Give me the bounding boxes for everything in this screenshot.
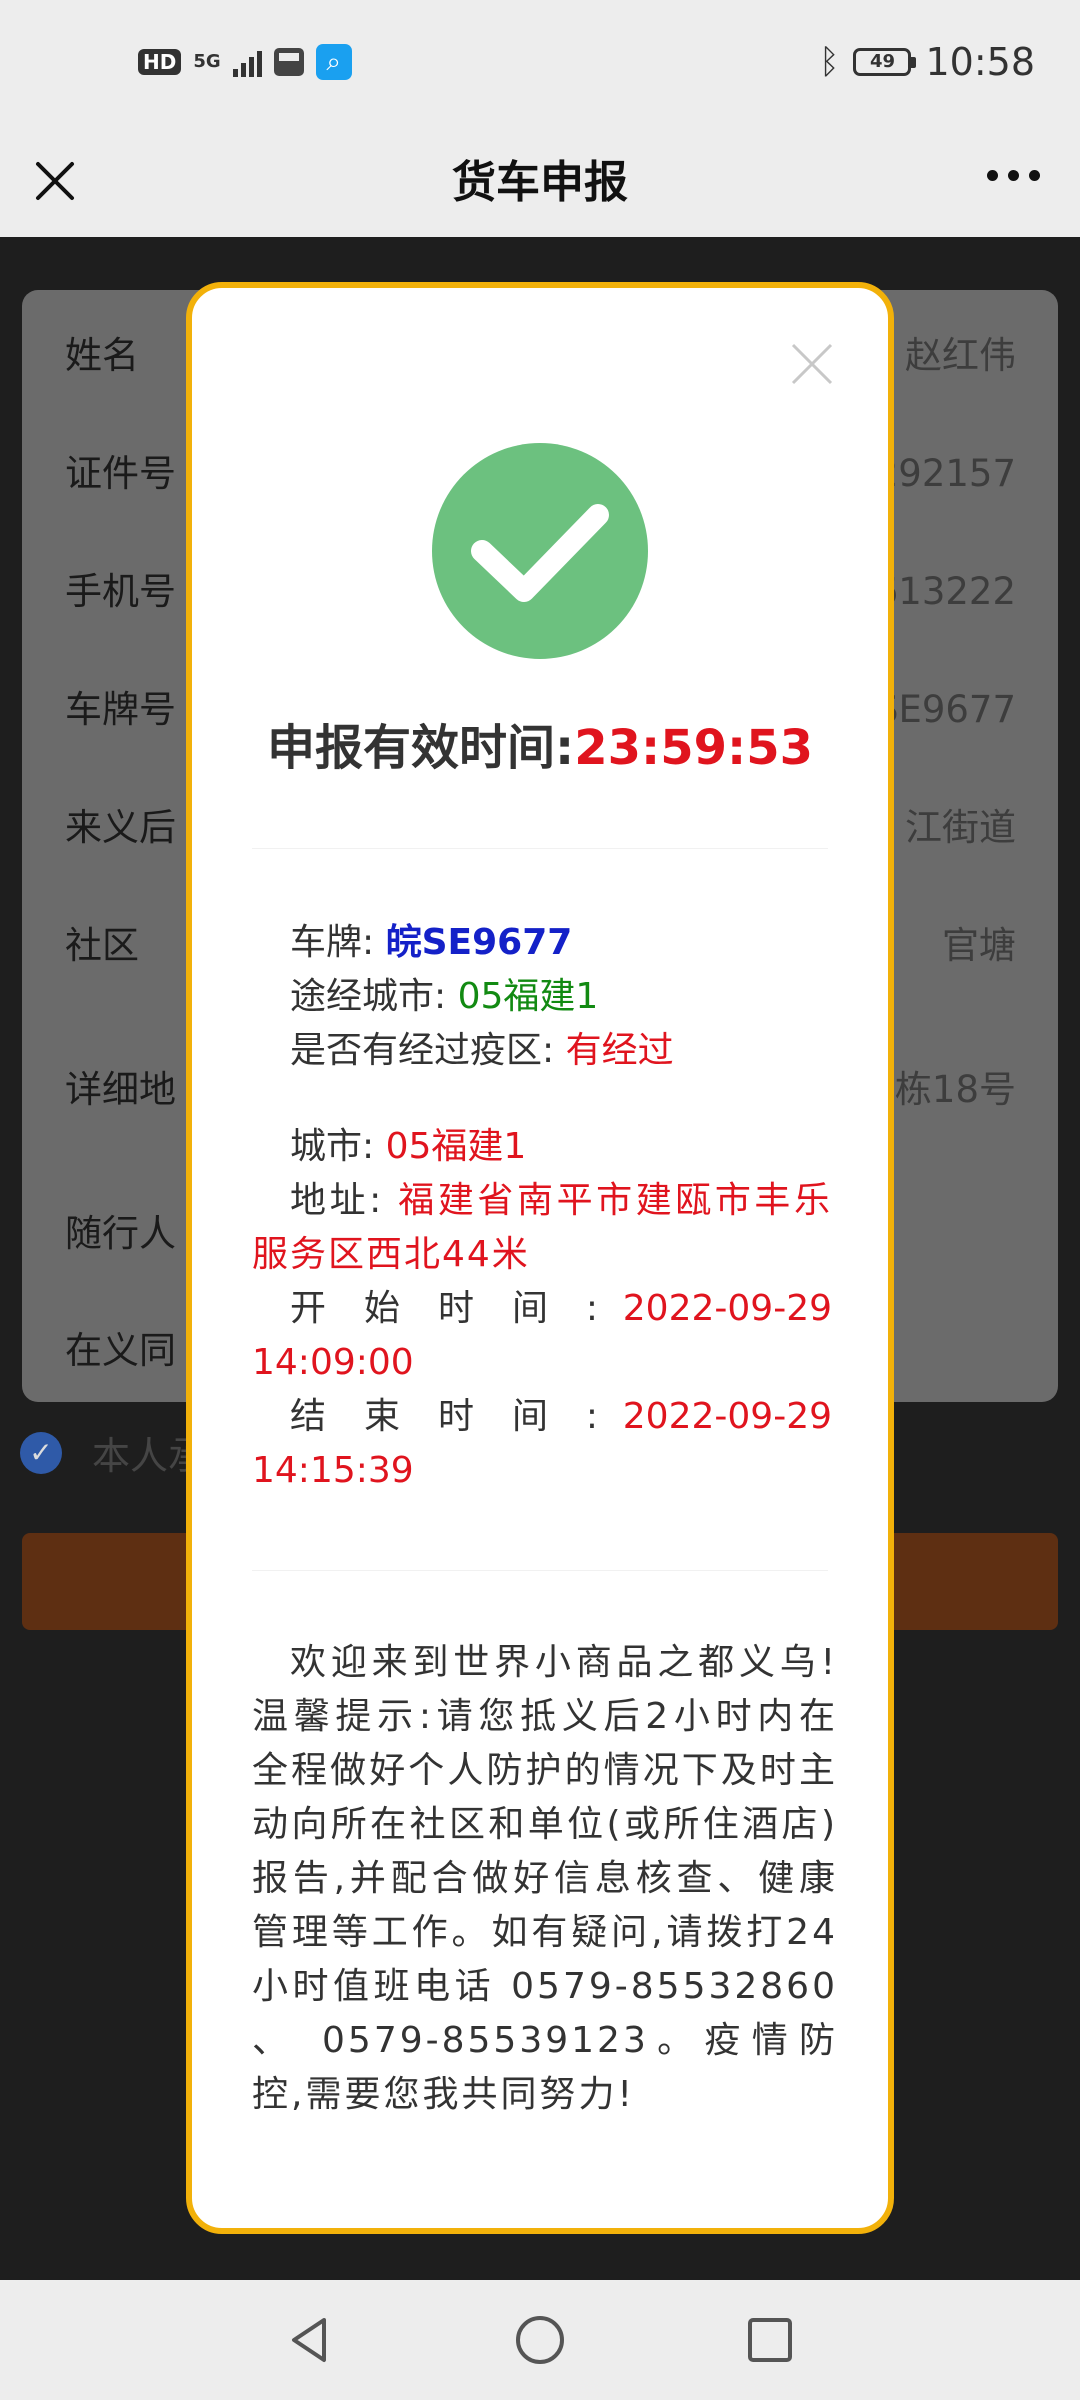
risk-value: 有经过 [565,1030,674,1071]
end-time-label: 结 束 时 间 : [290,1396,599,1437]
welcome-notice: 欢迎来到世界小商品之都义乌! 温馨提示:请您抵义后2小时内在全程做好个人防护的情… [252,1642,838,2115]
address-info: 地址: 福建省南平市建瓯市丰乐服务区西北44米 [252,1174,832,1282]
form-row-label: 在义同 [65,1329,176,1372]
signal-icon [232,47,262,77]
form-row-value: 613222 [874,570,1016,613]
network-type: 5G [193,51,221,72]
form-row-label: 证件号 [65,452,176,495]
city-info: 城市: 05福建1 [252,1120,870,1174]
clock: 10:58 [925,40,1035,84]
city-label: 城市: [290,1126,375,1167]
form-row-label: 手机号 [65,570,176,613]
self-commitment-row[interactable]: ✓ 本人承 [20,1425,206,1480]
plate-label: 车牌: [290,922,375,963]
route-label: 途经城市: [290,976,447,1017]
form-row-label: 详细地 [65,1068,176,1111]
dialog-close-icon[interactable] [788,340,836,388]
start-time-label: 开 始 时 间 : [290,1288,599,1329]
battery-icon: 49 [853,48,917,76]
form-row-value: 江街道 [905,806,1016,849]
form-row-label: 来义后 [65,806,176,849]
valid-time-line: 申报有效时间:23:59:53 [192,718,888,778]
form-row-label: 姓名 [65,334,139,377]
hd-icon: HD [138,49,182,75]
home-icon[interactable] [510,2310,570,2370]
form-row-label: 车牌号 [65,688,176,731]
search-app-icon: ⌕ [315,44,352,80]
valid-time-label: 申报有效时间: [267,720,575,776]
form-row-value: SE9677 [874,688,1016,731]
address-label: 地址: [290,1180,384,1221]
success-dialog: 申报有效时间:23:59:53 车牌: 皖SE9677 途经城市: 05福建1 … [186,282,894,2234]
status-bar: HD 5G ⌕ ᛒ 49 10:58 [0,0,1080,130]
city-value: 05福建1 [385,1126,527,1167]
bluetooth-icon: ᛒ [819,42,840,82]
plate-info: 车牌: 皖SE9677 [252,916,870,970]
back-icon[interactable] [280,2310,340,2370]
divider [252,848,828,849]
form-row-label: 社区 [65,924,139,967]
plate-value: 皖SE9677 [385,922,573,963]
status-right: ᛒ 49 10:58 [819,40,1035,84]
more-icon[interactable] [987,170,1040,181]
route-value: 05福建1 [457,976,599,1017]
success-check-icon [432,443,648,659]
valid-time-countdown: 23:59:53 [574,720,813,776]
status-left: HD 5G ⌕ [138,44,352,80]
page-title: 货车申报 [452,157,628,208]
risk-label: 是否有经过疫区: [290,1030,555,1071]
title-bar: 货车申报 [0,130,1080,237]
form-row-label: 随行人 [65,1212,176,1255]
route-info: 途经城市: 05福建1 [252,970,870,1024]
start-time-info: 开 始 时 间 : 2022-09-29 14:09:00 [252,1282,832,1390]
checkbox-checked-icon[interactable]: ✓ [20,1431,62,1474]
end-time-info: 结 束 时 间 : 2022-09-29 14:15:39 [252,1390,832,1498]
truck-app-icon [273,48,304,76]
recents-icon[interactable] [740,2310,800,2370]
form-row-value: 赵红伟 [905,334,1016,377]
navigation-bar [0,2280,1080,2400]
form-row-value: 栋18号 [894,1068,1016,1111]
risk-info: 是否有经过疫区: 有经过 [252,1024,870,1078]
divider [252,1570,828,1571]
form-row-value: 官塘 [942,924,1016,967]
form-row-value: 292157 [874,452,1016,495]
